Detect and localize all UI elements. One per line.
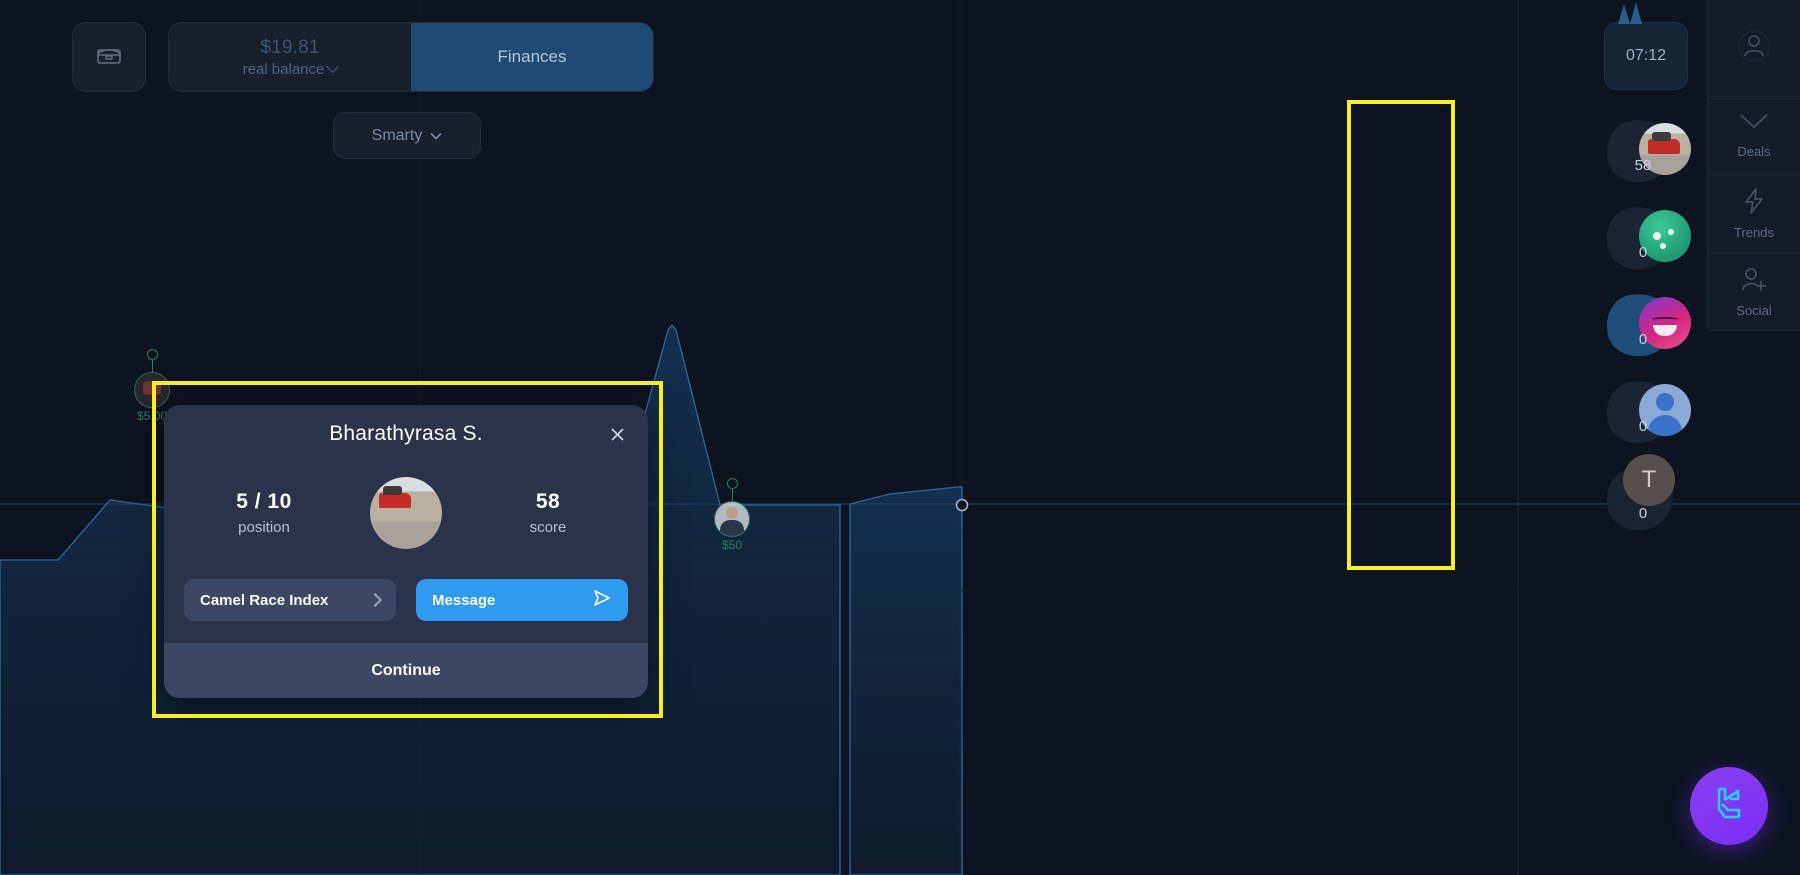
player-cell[interactable]: 0 — [1601, 278, 1691, 364]
modal-header: Bharathyrasa S. — [164, 405, 648, 463]
balance-label: real balance — [242, 60, 325, 78]
score-label: score — [529, 519, 567, 536]
player-cell[interactable]: 0 — [1601, 191, 1691, 277]
chevron-down-icon — [430, 127, 442, 145]
player-score: 0 — [1638, 331, 1648, 348]
avatar — [370, 477, 442, 549]
brand-logo-button[interactable] — [1690, 767, 1768, 845]
send-icon — [592, 589, 612, 612]
chevron-down-icon — [326, 59, 340, 73]
profile-icon — [1737, 29, 1771, 68]
page-title: Bharathyrasa S. — [329, 422, 483, 445]
top-bar: $19.81 real balance Finances — [0, 0, 654, 92]
sidebar-item-trends[interactable]: Trends — [1708, 175, 1800, 253]
score-value: 58 — [535, 490, 561, 513]
player-profile-modal: Bharathyrasa S. 5 / 10 position 58 score… — [164, 405, 648, 698]
timer-value: 07:12 — [1625, 47, 1667, 64]
smarty-dropdown[interactable]: Smarty — [333, 112, 481, 159]
sidebar-item-label: Social — [1736, 303, 1772, 318]
chevron-right-icon — [367, 592, 383, 608]
add-person-icon — [1739, 265, 1769, 298]
stat-score: 58 score — [488, 490, 608, 536]
camel-race-index-button[interactable]: Camel Race Index — [184, 579, 396, 621]
sidebar-item-label: Trends — [1734, 225, 1774, 240]
player-cell[interactable]: 0 — [1601, 365, 1691, 451]
player-score: 0 — [1638, 244, 1648, 261]
player-cell[interactable]: T 0 — [1601, 452, 1685, 538]
balance-amount: $19.81 — [260, 36, 320, 58]
brand-logo-icon — [1706, 781, 1752, 832]
sidebar-item-deals[interactable]: Deals — [1708, 97, 1800, 175]
player-score: 0 — [1638, 505, 1648, 522]
round-timer: 07:12 — [1604, 22, 1688, 90]
player-cell[interactable]: 58 — [1601, 104, 1691, 190]
continue-button[interactable]: Continue — [164, 643, 648, 698]
right-nav-rail: Deals Trends Social — [1707, 0, 1800, 331]
sidebar-item-social[interactable]: Social — [1708, 253, 1800, 331]
chest-icon — [94, 41, 124, 74]
sidebar-item-profile[interactable] — [1708, 0, 1800, 97]
camel-race-index-label: Camel Race Index — [200, 591, 329, 609]
real-balance-button[interactable]: $19.81 real balance — [169, 23, 411, 91]
deals-chevron-icon — [1738, 112, 1770, 139]
position-value: 5 / 10 — [236, 490, 292, 513]
position-label: position — [238, 519, 290, 536]
player-avatar: T — [1623, 454, 1675, 506]
lightning-icon — [1741, 187, 1767, 220]
balance-finances-segment: $19.81 real balance Finances — [168, 22, 654, 92]
stat-position: 5 / 10 position — [204, 490, 324, 536]
continue-label: Continue — [371, 662, 441, 679]
balance-label-row: real balance — [242, 59, 340, 78]
timer-peaks-decoration — [1600, 0, 1660, 31]
chest-button[interactable] — [72, 22, 146, 92]
player-leaderboard-column: 58 0 0 0 T 0 — [1598, 96, 1691, 546]
player-score: 0 — [1638, 418, 1648, 435]
modal-stats-row: 5 / 10 position 58 score — [164, 463, 648, 579]
modal-actions-row: Camel Race Index Message — [164, 579, 648, 643]
sidebar-item-label: Deals — [1737, 144, 1771, 159]
player-score: 58 — [1634, 157, 1652, 174]
message-label: Message — [432, 591, 496, 609]
smarty-label: Smarty — [371, 126, 423, 144]
close-icon[interactable] — [604, 421, 630, 447]
message-button[interactable]: Message — [416, 579, 628, 621]
tab-finances[interactable]: Finances — [411, 23, 653, 91]
